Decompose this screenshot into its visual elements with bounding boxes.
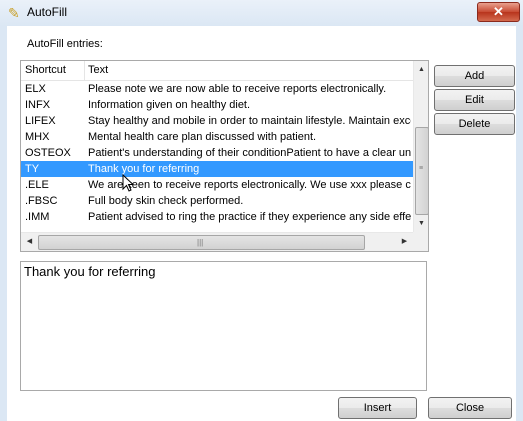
column-header-text[interactable]: Text bbox=[88, 64, 108, 76]
scroll-down-arrow-icon[interactable]: ▼ bbox=[414, 215, 428, 232]
close-button[interactable]: Close bbox=[428, 397, 512, 419]
list-item-text: Information given on healthy diet. bbox=[88, 99, 251, 111]
list-item[interactable]: OSTEOX Patient's understanding of their c… bbox=[21, 145, 413, 161]
column-separator[interactable] bbox=[84, 61, 85, 80]
section-label: AutoFill entries: bbox=[27, 38, 103, 50]
list-item-text: Please note we are now able to receive r… bbox=[88, 83, 387, 95]
mouse-cursor-icon bbox=[122, 174, 134, 192]
list-item[interactable]: TY Thank you for referring bbox=[21, 161, 413, 177]
list-item-text: Patient's understanding of their conditi… bbox=[88, 147, 411, 159]
delete-button[interactable]: Delete bbox=[434, 113, 515, 135]
list-item-text: Thank you for referring bbox=[88, 163, 200, 175]
pen-icon: ✎ bbox=[8, 5, 20, 21]
list-item-shortcut: OSTEOX bbox=[25, 147, 71, 159]
list-item-text: Full body skin check performed. bbox=[88, 195, 244, 207]
list-item-text: Patient advised to ring the practice if … bbox=[88, 211, 411, 223]
scroll-left-arrow-icon[interactable]: ◀ bbox=[21, 233, 38, 251]
vertical-scrollbar[interactable]: ▲ ≡ ▼ bbox=[413, 61, 428, 232]
horizontal-scrollbar[interactable]: ◀ ||| ▶ bbox=[21, 232, 413, 251]
list-item-text: Stay healthy and mobile in order to main… bbox=[88, 115, 411, 127]
list-item-shortcut: .IMM bbox=[25, 211, 50, 223]
list-item-text: We are keen to receive reports electroni… bbox=[88, 179, 411, 191]
close-icon: ✕ bbox=[493, 4, 504, 19]
window-close-button[interactable]: ✕ bbox=[477, 2, 520, 22]
add-button[interactable]: Add bbox=[434, 65, 515, 87]
insert-button[interactable]: Insert bbox=[338, 397, 417, 419]
list-item-shortcut: LIFEX bbox=[25, 115, 56, 127]
list-item-shortcut: TY bbox=[25, 163, 40, 175]
window-title: AutoFill bbox=[27, 5, 68, 19]
list-item[interactable]: .ELE We are keen to receive reports elect… bbox=[21, 177, 413, 193]
list-item[interactable]: ELX Please note we are now able to receiv… bbox=[21, 81, 413, 97]
grip-icon: ≡ bbox=[419, 165, 424, 172]
column-header-shortcut[interactable]: Shortcut bbox=[25, 64, 66, 76]
list-item-shortcut: MHX bbox=[25, 131, 50, 143]
vertical-scroll-thumb[interactable]: ≡ bbox=[415, 127, 428, 215]
list-item[interactable]: LIFEX Stay healthy and mobile in order to… bbox=[21, 113, 413, 129]
list-item-text: Mental health care plan discussed with p… bbox=[88, 131, 317, 143]
list-item-shortcut: ELX bbox=[25, 83, 46, 95]
list-item-shortcut: .FBSC bbox=[25, 195, 58, 207]
list-rows: ELX Please note we are now able to receiv… bbox=[21, 81, 413, 225]
horizontal-scroll-thumb[interactable]: ||| bbox=[38, 235, 365, 250]
window-frame-right bbox=[516, 26, 523, 421]
list-item-shortcut: INFX bbox=[25, 99, 51, 111]
autofill-list[interactable]: Shortcut Text ELX Please note we are now … bbox=[20, 60, 429, 252]
window-frame-left bbox=[0, 26, 7, 421]
list-item-shortcut: .ELE bbox=[25, 179, 49, 191]
scroll-right-arrow-icon[interactable]: ▶ bbox=[396, 233, 413, 251]
edit-button[interactable]: Edit bbox=[434, 89, 515, 111]
list-item[interactable]: INFX Information given on healthy diet. bbox=[21, 97, 413, 113]
preview-textarea[interactable]: Thank you for referring bbox=[20, 261, 427, 391]
grip-icon: ||| bbox=[197, 238, 204, 247]
list-item[interactable]: .FBSC Full body skin check performed. bbox=[21, 193, 413, 209]
list-item[interactable]: MHX Mental health care plan discussed wit… bbox=[21, 129, 413, 145]
scroll-up-arrow-icon[interactable]: ▲ bbox=[414, 61, 428, 78]
preview-text: Thank you for referring bbox=[24, 264, 156, 279]
title-bar: ✎ AutoFill ✕ bbox=[0, 0, 523, 26]
list-header: Shortcut Text bbox=[21, 61, 413, 81]
scrollbar-corner bbox=[413, 232, 428, 251]
list-item[interactable]: .IMM Patient advised to ring the practice… bbox=[21, 209, 413, 225]
